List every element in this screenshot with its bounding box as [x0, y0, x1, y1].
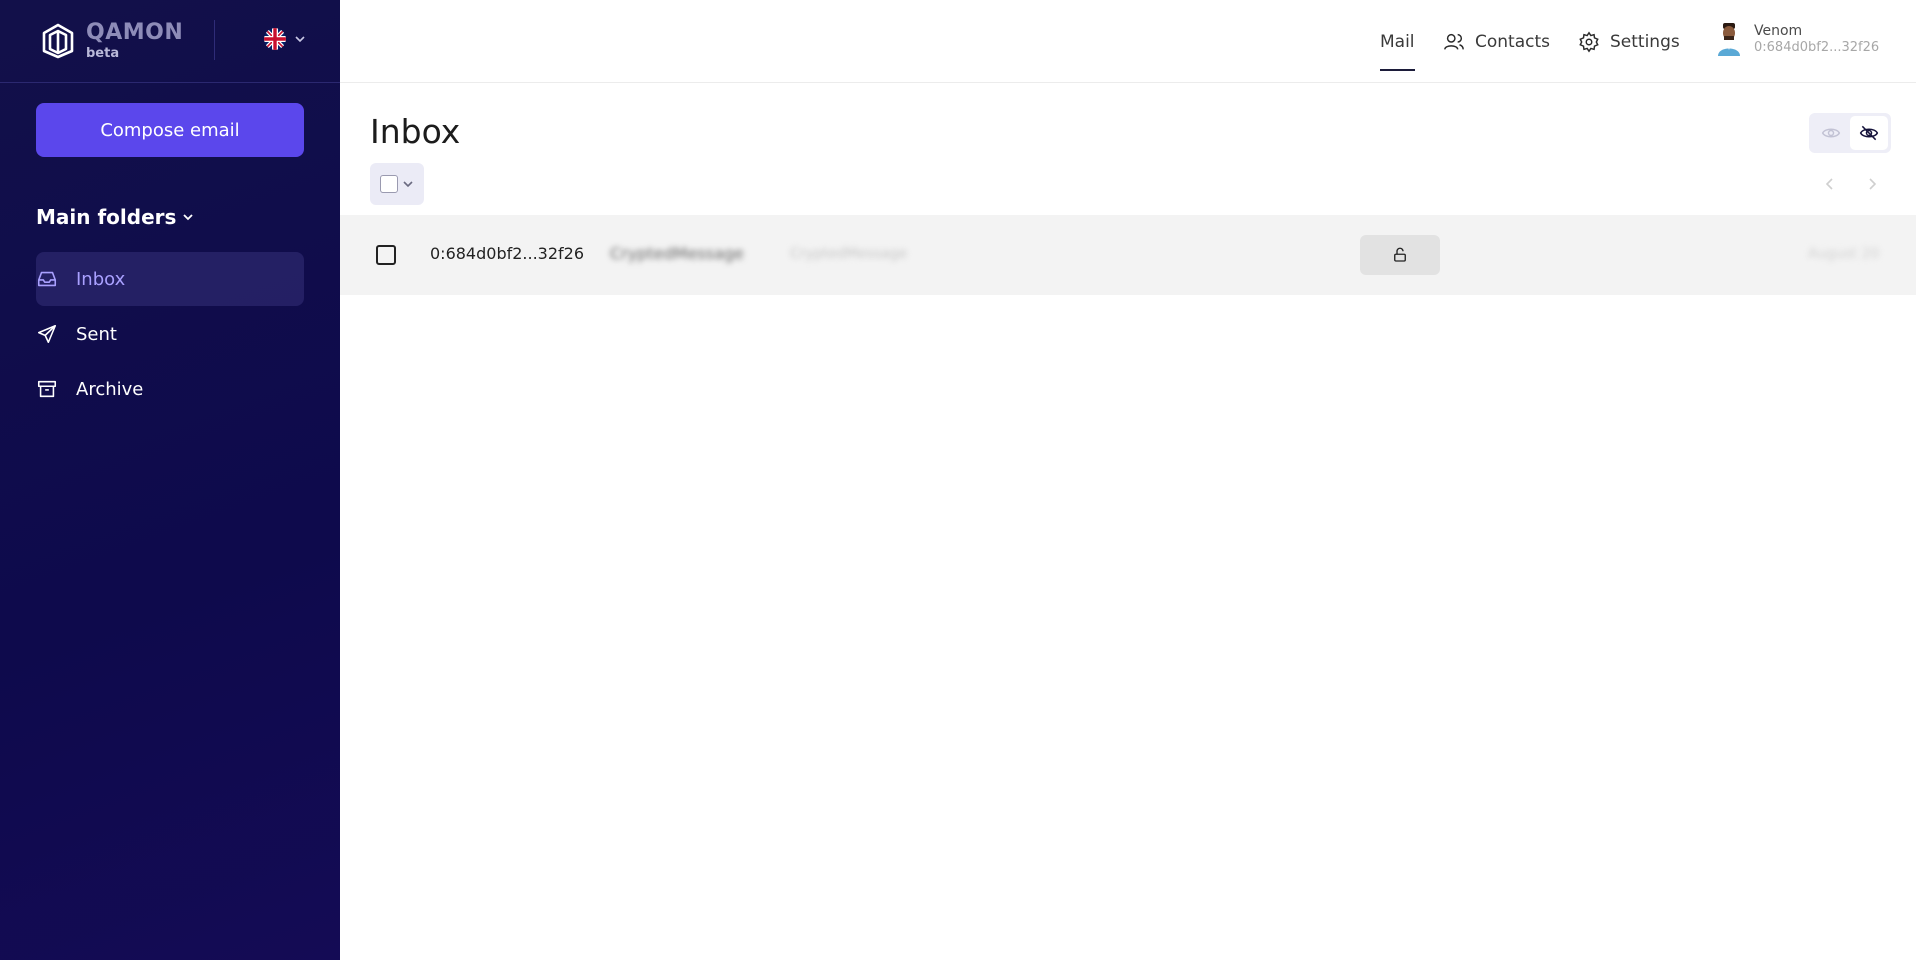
language-selector[interactable] [264, 28, 306, 50]
select-all-dropdown[interactable] [370, 163, 424, 205]
tab-label: Mail [1380, 31, 1415, 52]
show-button[interactable] [1812, 116, 1850, 150]
contacts-icon [1444, 33, 1464, 50]
logo[interactable]: QAMON beta [38, 21, 183, 61]
chevron-right-icon [1869, 178, 1877, 190]
uk-flag-icon [264, 28, 286, 50]
table-row[interactable]: 0:684d0bf2...32f26 CryptedMessage Crypte… [340, 215, 1916, 295]
unlock-icon [1394, 247, 1406, 262]
active-tab-indicator [1380, 69, 1415, 71]
main-folders-title: Main folders [36, 205, 177, 229]
chevron-down-icon [183, 214, 194, 221]
user-address: 0:684d0bf2...32f26 [1754, 39, 1880, 55]
tab-settings[interactable]: Settings [1578, 0, 1680, 83]
send-icon [37, 324, 57, 344]
decrypt-button[interactable] [1360, 235, 1440, 275]
message-subject: CryptedMessage [610, 244, 744, 263]
compose-email-button[interactable]: Compose email [36, 103, 304, 157]
brand-tag: beta [86, 46, 120, 61]
sidebar-header: QAMON beta [0, 0, 340, 83]
sidebar-item-archive[interactable]: Archive [36, 362, 304, 416]
sidebar-item-label: Inbox [76, 268, 126, 290]
chevron-down-icon [403, 181, 413, 188]
next-page-button[interactable] [1860, 172, 1884, 196]
page-title: Inbox [370, 112, 461, 151]
sidebar: QAMON beta Compose email Main folders In… [0, 0, 340, 960]
tab-mail[interactable]: Mail [1380, 0, 1415, 83]
chevron-down-icon [295, 36, 305, 43]
inbox-icon [37, 271, 57, 287]
main-folders-toggle[interactable]: Main folders [36, 205, 194, 229]
tab-label: Contacts [1475, 31, 1550, 52]
sidebar-item-label: Archive [76, 378, 144, 400]
sidebar-item-inbox[interactable]: Inbox [36, 252, 304, 306]
avatar [1718, 23, 1740, 56]
sidebar-item-sent[interactable]: Sent [36, 307, 304, 361]
view-toggle [1809, 113, 1891, 153]
eye-icon [1821, 128, 1841, 138]
message-date: August 20 [1808, 246, 1880, 262]
logo-mark-icon [42, 23, 74, 59]
prev-page-button[interactable] [1818, 172, 1842, 196]
message-sender: 0:684d0bf2...32f26 [430, 244, 585, 263]
sidebar-item-label: Sent [76, 323, 117, 345]
select-all-checkbox[interactable] [380, 175, 398, 193]
archive-icon [37, 380, 57, 398]
gear-icon [1579, 31, 1599, 52]
header-divider [214, 20, 215, 60]
hide-button[interactable] [1850, 116, 1888, 150]
row-checkbox[interactable] [376, 245, 396, 265]
user-name: Venom [1754, 22, 1803, 39]
brand-name: QAMON [86, 20, 184, 45]
message-preview: CryptedMessage [790, 246, 908, 262]
tab-contacts[interactable]: Contacts [1443, 0, 1550, 83]
user-profile[interactable]: Venom 0:684d0bf2...32f26 [1714, 22, 1879, 56]
top-bar: Mail Contacts Settings Venom 0:684d0bf2.… [340, 0, 1916, 83]
tab-label: Settings [1610, 31, 1680, 52]
chevron-left-icon [1825, 178, 1833, 190]
eye-off-icon [1859, 125, 1879, 141]
